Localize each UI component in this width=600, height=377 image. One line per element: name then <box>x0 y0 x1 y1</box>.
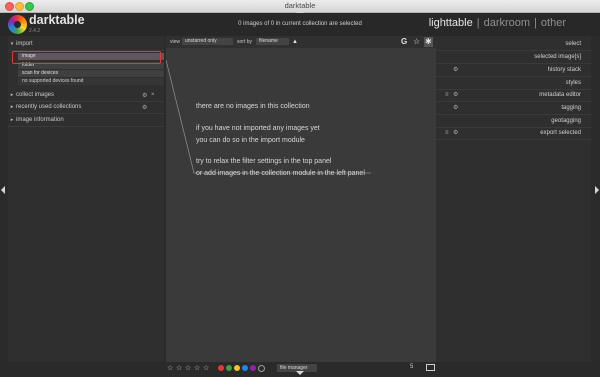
module-collect-images-header[interactable]: ▸ collect images <box>8 90 164 102</box>
gear-icon[interactable]: ⚙ <box>142 92 147 99</box>
color-label-purple[interactable] <box>250 365 256 371</box>
scan-devices-button[interactable]: scan for devices <box>18 70 164 77</box>
module-select-header[interactable]: select <box>436 38 591 51</box>
sort-by-label: sort by <box>237 39 253 45</box>
module-select-label: select <box>565 41 581 47</box>
star-rating-2-icon[interactable]: ☆ <box>176 364 182 372</box>
reverse-sort-icon[interactable]: ▲ <box>292 36 298 48</box>
expand-triangle-icon: ▾ <box>10 41 14 47</box>
module-image-information-header[interactable]: ▸ image information <box>8 115 164 127</box>
module-image-information-label: image information <box>16 117 64 123</box>
zoom-value[interactable]: 5 <box>410 364 413 370</box>
collapse-triangle-icon: ▸ <box>10 92 14 98</box>
toggle-right-panel-arrow-icon[interactable] <box>595 186 599 194</box>
module-history-stack-label: history stack <box>547 67 581 73</box>
module-recent-collections-label: recently used collections <box>16 104 82 110</box>
color-label-red[interactable] <box>218 365 224 371</box>
display-profile-icon[interactable] <box>426 364 435 371</box>
toggle-left-panel-arrow-icon[interactable] <box>1 186 5 194</box>
module-metadata-editor-label: metadata editor <box>539 92 581 98</box>
star-rating-5-icon[interactable]: ☆ <box>203 364 209 372</box>
color-label-yellow[interactable] <box>234 365 240 371</box>
toggle-bottom-panel-arrow-icon[interactable] <box>296 371 304 375</box>
preferences-icon[interactable]: ✱ <box>424 37 433 47</box>
module-tagging-label: tagging <box>561 105 581 111</box>
sort-by-select[interactable]: filename <box>256 38 289 45</box>
view-switcher: lighttable | darkroom | other <box>429 17 566 29</box>
color-label-clear[interactable] <box>258 365 265 372</box>
close-icon[interactable]: × <box>151 92 155 98</box>
module-import-label: import <box>16 41 33 47</box>
empty-import-hint-1: if you have not imported any images yet <box>196 125 320 132</box>
color-label-green[interactable] <box>226 365 232 371</box>
gear-icon[interactable]: ⚙ <box>453 64 458 76</box>
module-geotagging-label: geotagging <box>551 118 581 124</box>
view-darkroom[interactable]: darkroom <box>484 17 530 29</box>
view-separator: | <box>534 17 537 29</box>
module-export-selected-header[interactable]: ≡ ⚙ export selected <box>436 127 591 140</box>
view-lighttable[interactable]: lighttable <box>429 17 473 29</box>
collapse-triangle-icon: ▸ <box>10 104 14 110</box>
color-label-blue[interactable] <box>242 365 248 371</box>
empty-collection-message: there are no images in this collection <box>196 103 310 110</box>
presets-icon[interactable]: ≡ <box>445 89 449 101</box>
module-export-selected-label: export selected <box>540 130 581 136</box>
empty-filter-hint-2: or add images in the collection module i… <box>196 170 365 177</box>
module-selected-images-header[interactable]: selected image[s] <box>436 51 591 64</box>
toggle-top-panel-arrow-icon[interactable] <box>296 9 304 13</box>
empty-import-hint-2: you can do so in the import module <box>196 137 305 144</box>
star-rating-3-icon[interactable]: ☆ <box>185 364 191 372</box>
star-rating-1-icon[interactable]: ☆ <box>167 364 173 372</box>
view-separator: | <box>476 17 480 29</box>
grouping-icon[interactable]: G <box>401 36 407 48</box>
module-selected-images-label: selected image[s] <box>534 54 581 60</box>
empty-filter-hint-1: try to relax the filter settings in the … <box>196 158 332 165</box>
gear-icon[interactable]: ⚙ <box>453 127 458 139</box>
module-collect-images-label: collect images <box>16 92 55 98</box>
module-history-stack-header[interactable]: ⚙ history stack <box>436 64 591 77</box>
module-import-header[interactable]: ▾ import <box>8 39 164 51</box>
lighttable-center-area[interactable] <box>166 36 436 362</box>
gear-icon[interactable]: ⚙ <box>142 104 147 111</box>
module-styles-label: styles <box>565 80 581 86</box>
view-other[interactable]: other <box>541 17 566 29</box>
module-tagging-header[interactable]: ⚙ tagging <box>436 102 591 115</box>
collapse-triangle-icon: ▸ <box>10 117 14 123</box>
module-metadata-editor-header[interactable]: ≡ ⚙ metadata editor <box>436 89 591 102</box>
import-status-text: no supported devices found <box>18 78 164 85</box>
view-filter-label: view <box>170 39 181 45</box>
module-recent-collections-header[interactable]: ▸ recently used collections <box>8 102 164 114</box>
left-panel: ▾ import image folder scan for devices no… <box>8 36 164 362</box>
presets-icon[interactable]: ≡ <box>445 127 449 139</box>
app-version: 2.4.2 <box>29 28 41 34</box>
gear-icon[interactable]: ⚙ <box>453 89 458 101</box>
gear-icon[interactable]: ⚙ <box>453 102 458 114</box>
view-filter-select[interactable]: unstarred only <box>182 38 233 45</box>
highlight-box <box>12 51 161 64</box>
star-rating-4-icon[interactable]: ☆ <box>194 364 200 372</box>
star-overlay-icon[interactable]: ☆ <box>413 36 420 48</box>
right-panel: select selected image[s] ⚙ history stack… <box>436 36 591 362</box>
